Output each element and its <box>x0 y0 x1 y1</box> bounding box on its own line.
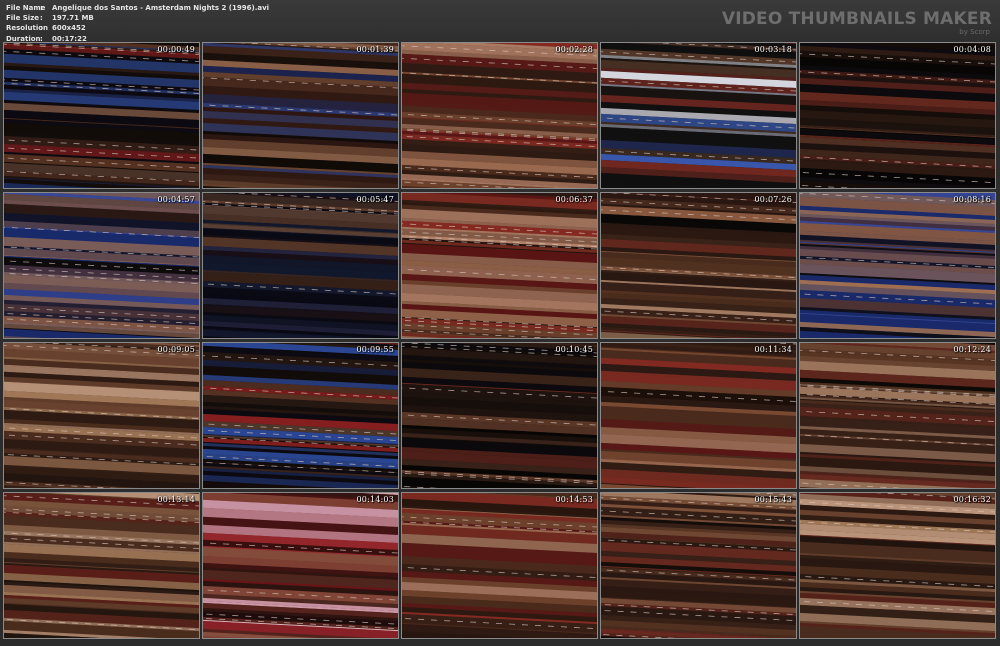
thumbnail-timestamp: 00:11:34 <box>754 345 792 354</box>
file-name-value: Angelique dos Santos - Amsterdam Nights … <box>52 4 270 12</box>
video-thumbnail[interactable]: 00:14:03 <box>202 492 399 639</box>
video-thumbnail[interactable]: 00:09:05 <box>3 342 200 489</box>
thumbnail-timestamp: 00:09:05 <box>157 345 195 354</box>
thumbnail-timestamp: 00:16:32 <box>953 495 991 504</box>
thumbnail-timestamp: 00:14:03 <box>356 495 394 504</box>
thumbnail-timestamp: 00:13:14 <box>157 495 195 504</box>
thumbnail-timestamp: 00:03:18 <box>754 45 792 54</box>
video-thumbnail[interactable]: 00:00:49 <box>3 42 200 189</box>
video-thumbnail[interactable]: 00:14:53 <box>401 492 598 639</box>
file-name-row: File Name: Angelique dos Santos - Amsterd… <box>6 3 269 13</box>
thumbnail-frame <box>203 343 398 488</box>
thumbnail-frame <box>601 343 796 488</box>
thumbnail-timestamp: 00:04:57 <box>157 195 195 204</box>
video-thumbnail[interactable]: 00:12:24 <box>799 342 996 489</box>
info-key: Resolution <box>6 24 49 33</box>
thumbnail-frame <box>800 193 995 338</box>
thumbnail-timestamp: 00:04:08 <box>953 45 991 54</box>
info-separator: : <box>40 24 43 33</box>
thumbnail-timestamp: 00:01:39 <box>356 45 394 54</box>
video-thumbnail[interactable]: 00:07:26 <box>600 192 797 339</box>
brand-watermark: VIDEO THUMBNAILS MAKER by Scorp <box>722 10 992 36</box>
thumbnail-timestamp: 00:00:49 <box>157 45 195 54</box>
thumbnail-frame <box>4 493 199 638</box>
resolution-row: Resolution: 600x452 <box>6 23 269 33</box>
thumbnail-frame <box>601 43 796 188</box>
thumbnail-frame <box>800 493 995 638</box>
thumbnail-grid: 00:00:49 00:01:39 00:02:28 00:03:18 00:04:08… <box>3 42 996 639</box>
thumbnail-frame <box>800 343 995 488</box>
thumbnail-timestamp: 00:12:24 <box>953 345 991 354</box>
video-thumbnail[interactable]: 00:05:47 <box>202 192 399 339</box>
video-thumbnail[interactable]: 00:03:18 <box>600 42 797 189</box>
thumbnail-timestamp: 00:02:28 <box>555 45 593 54</box>
thumbnail-frame <box>601 493 796 638</box>
video-thumbnail[interactable]: 00:01:39 <box>202 42 399 189</box>
resolution-value: 600x452 <box>52 24 86 33</box>
file-size-row: File Size: 197.71 MB <box>6 13 269 23</box>
thumbnail-frame <box>800 43 995 188</box>
video-thumbnail[interactable]: 00:09:55 <box>202 342 399 489</box>
video-thumbnail[interactable]: 00:08:16 <box>799 192 996 339</box>
thumbnail-frame <box>402 193 597 338</box>
file-info-panel: File Name: Angelique dos Santos - Amsterd… <box>6 3 269 44</box>
thumbnail-timestamp: 00:07:26 <box>754 195 792 204</box>
thumbnail-timestamp: 00:15:43 <box>754 495 792 504</box>
thumbnail-frame <box>203 193 398 338</box>
video-thumbnail[interactable]: 00:15:43 <box>600 492 797 639</box>
info-key: File Name <box>6 4 46 12</box>
thumbnail-frame <box>203 493 398 638</box>
info-key: File Size <box>6 14 40 23</box>
thumbnail-frame <box>203 43 398 188</box>
thumbnail-frame <box>4 343 199 488</box>
video-thumbnail[interactable]: 00:10:45 <box>401 342 598 489</box>
thumbnail-frame <box>402 343 597 488</box>
thumbnail-frame <box>402 493 597 638</box>
thumbnail-frame <box>601 193 796 338</box>
video-thumbnail[interactable]: 00:04:08 <box>799 42 996 189</box>
thumbnail-frame <box>402 43 597 188</box>
brand-title: VIDEO THUMBNAILS MAKER <box>721 9 992 29</box>
thumbnail-timestamp: 00:14:53 <box>555 495 593 504</box>
thumbnail-timestamp: 00:06:37 <box>555 195 593 204</box>
video-thumbnail[interactable]: 00:06:37 <box>401 192 598 339</box>
thumbnail-frame <box>4 43 199 188</box>
thumbnail-timestamp: 00:08:16 <box>953 195 991 204</box>
thumbnail-frame <box>4 193 199 338</box>
info-separator: : <box>40 4 43 12</box>
video-thumbnail[interactable]: 00:11:34 <box>600 342 797 489</box>
video-thumbnail[interactable]: 00:04:57 <box>3 192 200 339</box>
video-thumbnail[interactable]: 00:02:28 <box>401 42 598 189</box>
video-thumbnail[interactable]: 00:13:14 <box>3 492 200 639</box>
thumbnail-timestamp: 00:10:45 <box>555 345 593 354</box>
info-separator: : <box>40 14 43 23</box>
video-thumbnail[interactable]: 00:16:32 <box>799 492 996 639</box>
brand-subtitle: by Scorp <box>959 28 990 36</box>
thumbnail-timestamp: 00:05:47 <box>356 195 394 204</box>
file-size-value: 197.71 MB <box>52 14 94 23</box>
thumbnail-timestamp: 00:09:55 <box>356 345 394 354</box>
header: File Name: Angelique dos Santos - Amsterd… <box>0 0 1000 44</box>
